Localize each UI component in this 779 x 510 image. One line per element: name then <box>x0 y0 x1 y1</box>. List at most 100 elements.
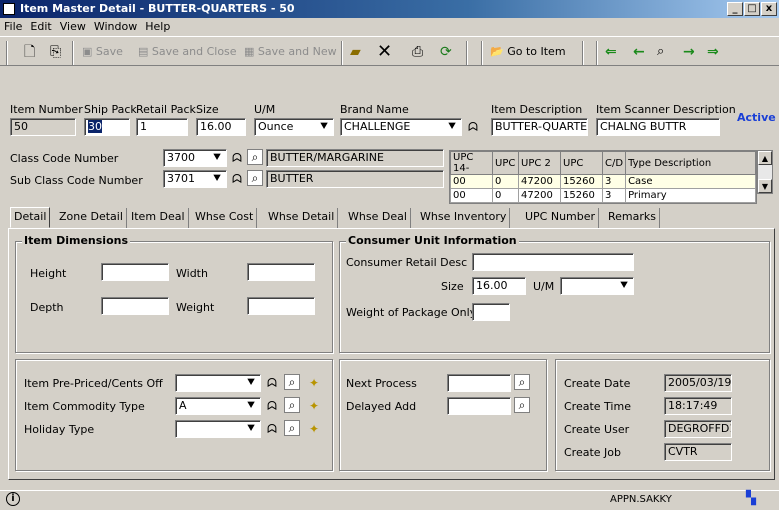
save-close-button[interactable]: ▤ Save and Close <box>138 43 237 63</box>
item-description-field[interactable]: BUTTER-QUARTE <box>491 118 588 136</box>
delayed-add-field[interactable] <box>447 397 511 415</box>
commodity-type-select[interactable]: A ⯆ <box>175 397 261 415</box>
toolbar-separator <box>466 41 468 65</box>
scanner-description-field[interactable]: CHALNG BUTTR <box>596 118 720 136</box>
zoom-page-icon[interactable]: ⌕ <box>247 170 263 186</box>
item-number-field[interactable]: 50 <box>10 118 76 136</box>
consumer-unit-group: Consumer Unit Information Consumer Retai… <box>339 234 770 353</box>
scroll-down-icon[interactable]: ▼ <box>758 179 772 193</box>
table-cell: 3 <box>601 174 627 189</box>
ship-pack-field[interactable]: 30 <box>84 118 130 136</box>
brand-name-select[interactable]: CHALLENGE ⯆ <box>340 118 462 136</box>
zoom-page-icon[interactable]: ⌕ <box>247 149 263 165</box>
commodity-type-label: Item Commodity Type <box>24 400 145 413</box>
zoom-page-icon[interactable]: ⌕ <box>284 420 300 436</box>
tab-whse-deal[interactable]: Whse Deal <box>345 208 411 228</box>
zoom-page-icon[interactable]: ⌕ <box>284 397 300 413</box>
binoculars-icon[interactable]: ᗣ <box>464 118 482 136</box>
tab-detail[interactable]: Detail <box>10 207 51 228</box>
binoculars-icon[interactable]: ᗣ <box>263 420 281 438</box>
zoom-page-icon[interactable]: ⌕ <box>514 374 530 390</box>
go-to-item-button[interactable]: 📂 Go to Item <box>490 43 566 63</box>
create-time-label: Create Time <box>564 400 631 413</box>
column-header[interactable]: UPC <box>492 151 519 175</box>
next-record-icon[interactable]: → <box>683 43 695 63</box>
column-header[interactable]: UPC 14- <box>450 151 493 175</box>
new-record-icon[interactable]: ✦ <box>305 374 323 392</box>
maximize-button[interactable]: □ <box>744 2 760 16</box>
tab-remarks[interactable]: Remarks <box>605 208 660 228</box>
first-record-icon[interactable]: ⇐ <box>605 43 617 63</box>
new-icon[interactable]: 🗋 <box>24 43 35 63</box>
width-field[interactable] <box>247 263 315 281</box>
delete-icon[interactable]: ✕ <box>377 43 392 63</box>
table-row[interactable]: 00 0 47200 15260 3 Primary <box>450 188 756 203</box>
um-select[interactable]: Ounce ⯆ <box>254 118 334 136</box>
subclass-code-select[interactable]: 3701 ⯆ <box>163 170 227 188</box>
size-field[interactable]: 16.00 <box>196 118 246 136</box>
menu-edit[interactable]: Edit <box>26 18 55 35</box>
column-header[interactable]: Type Description <box>625 151 756 175</box>
package-weight-field[interactable] <box>472 303 510 321</box>
binoculars-icon[interactable]: ᗣ <box>263 374 281 392</box>
zoom-page-icon[interactable]: ⌕ <box>284 374 300 390</box>
scroll-up-icon[interactable]: ▲ <box>758 151 772 165</box>
binoculars-icon[interactable]: ᗣ <box>263 397 281 415</box>
close-button[interactable]: x <box>761 2 777 16</box>
class-code-select[interactable]: 3700 ⯆ <box>163 149 227 167</box>
consumer-size-label: Size <box>441 280 464 293</box>
height-field[interactable] <box>101 263 169 281</box>
item-attributes-group: Item Pre-Priced/Cents Off ⯆ ᗣ ⌕ ✦ Item C… <box>15 359 333 471</box>
save-button[interactable]: ▣ Save <box>82 43 123 63</box>
zoom-page-icon[interactable]: ⌕ <box>514 397 530 413</box>
toolbar-separator <box>582 41 584 65</box>
next-process-field[interactable] <box>447 374 511 392</box>
table-cell: 00 <box>450 174 493 189</box>
find-record-icon[interactable]: ⌕ <box>657 43 664 63</box>
column-header[interactable]: UPC <box>560 151 603 175</box>
upc-grid-scrollbar[interactable]: ▲ ▼ <box>757 150 773 194</box>
previous-record-icon[interactable]: ← <box>633 43 645 63</box>
refresh-icon[interactable]: ⟳ <box>440 43 452 63</box>
consumer-um-select[interactable]: ⯆ <box>560 277 634 295</box>
info-icon: i <box>6 492 20 506</box>
copy-icon[interactable]: ⎘ <box>50 43 61 63</box>
holiday-type-select[interactable]: ⯆ <box>175 420 261 438</box>
column-header[interactable]: C/D <box>601 151 627 175</box>
menu-view[interactable]: View <box>56 18 90 35</box>
consumer-size-field[interactable]: 16.00 <box>472 277 526 295</box>
tab-zone-detail[interactable]: Zone Detail <box>56 208 127 228</box>
retail-pack-field[interactable]: 1 <box>136 118 188 136</box>
tab-whse-inventory[interactable]: Whse Inventory <box>417 208 511 228</box>
table-row[interactable]: 00 0 47200 15260 3 Case <box>450 174 756 189</box>
tab-upc-number[interactable]: UPC Number <box>522 208 600 228</box>
save-close-icon: ▤ <box>138 45 149 58</box>
tab-whse-cost[interactable]: Whse Cost <box>192 208 258 228</box>
binoculars-icon[interactable]: ᗣ <box>228 149 246 167</box>
print-icon[interactable]: ⎙ <box>412 43 423 63</box>
menu-window[interactable]: Window <box>90 18 141 35</box>
consumer-retail-desc-field[interactable] <box>472 253 634 271</box>
chevron-down-icon: ⯆ <box>246 421 256 435</box>
minimize-button[interactable]: _ <box>727 2 743 16</box>
column-header[interactable]: UPC 2 <box>518 151 561 175</box>
tab-whse-detail[interactable]: Whse Detail <box>265 208 339 228</box>
upc-grid[interactable]: UPC 14- UPC UPC 2 UPC C/D Type Descripti… <box>449 150 757 204</box>
save-new-button[interactable]: ▦ Save and New <box>244 43 337 63</box>
save-new-icon: ▦ <box>244 45 255 58</box>
last-record-icon[interactable]: ⇒ <box>707 43 719 63</box>
next-process-label: Next Process <box>346 377 417 390</box>
new-record-icon[interactable]: ✦ <box>305 397 323 415</box>
tab-item-deal[interactable]: Item Deal <box>128 208 189 228</box>
binoculars-icon[interactable]: ᗣ <box>228 170 246 188</box>
create-date-field: 2005/03/19 <box>664 374 732 392</box>
preprice-select[interactable]: ⯆ <box>175 374 261 392</box>
detail-tab-panel: Item Dimensions Height Width Depth Weigh… <box>8 228 775 480</box>
weight-field[interactable] <box>247 297 315 315</box>
menu-help[interactable]: Help <box>141 18 174 35</box>
open-folder-icon[interactable]: ▰ <box>350 43 361 63</box>
new-record-icon[interactable]: ✦ <box>305 420 323 438</box>
depth-field[interactable] <box>101 297 169 315</box>
upc-grid-header: UPC 14- UPC UPC 2 UPC C/D Type Descripti… <box>450 151 756 175</box>
menu-file[interactable]: File <box>0 18 26 35</box>
